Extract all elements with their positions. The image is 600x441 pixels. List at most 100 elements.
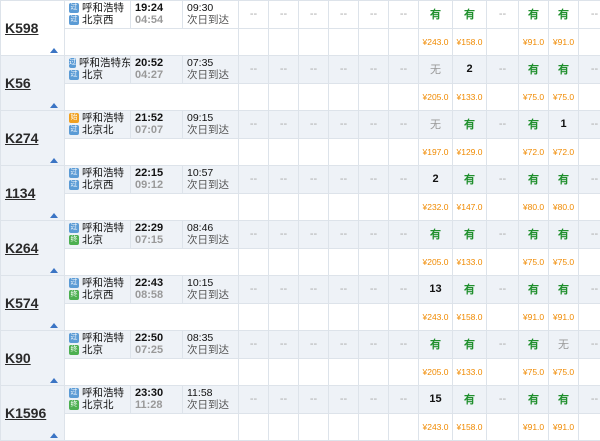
seat-availability: -- [370,118,377,130]
arrival-time-cell: 10:15次日到达 [183,276,239,304]
seat-availability-cell: 有 [549,386,579,414]
price-cell [239,28,269,56]
seat-availability: 有 [528,9,539,21]
to-station[interactable]: 过北京 [69,69,130,81]
price-cell [329,303,359,331]
seat-availability: 有 [464,9,475,21]
stations-cell: 过呼和浩特过北京西 [65,166,131,194]
seat-availability: -- [280,118,287,130]
seat-availability-cell: -- [389,1,419,29]
departure-time: 21:52 [135,112,182,124]
station-type-icon: 终 [69,400,79,410]
train-code-cell: K264 [1,221,65,276]
price-cell [269,358,299,386]
train-code-link[interactable]: K598 [5,20,38,36]
price-cell [579,138,600,166]
train-row[interactable]: K274始呼和浩特过北京北21:5207:0709:15次日到达--------… [1,111,600,139]
from-station[interactable]: 过呼和浩特 [69,332,130,344]
seat-availability: 有 [558,174,569,186]
from-station[interactable]: 过呼和浩特东 [69,57,130,69]
price-row-spacer [65,413,239,441]
price-cell: ¥133.0 [453,83,487,111]
expand-arrow-icon[interactable] [50,213,58,218]
train-row[interactable]: K90过呼和浩特终北京22:5007:2508:35次日到达----------… [1,331,600,359]
train-row[interactable]: K264过呼和浩特终北京22:2907:1508:46次日到达---------… [1,221,600,249]
price-value: ¥72.0 [523,147,544,157]
seat-availability-cell: 有 [453,1,487,29]
train-row[interactable]: K598过呼和浩特过北京西19:2404:5409:30次日到达--------… [1,1,600,29]
from-station[interactable]: 过呼和浩特 [69,387,130,399]
train-row[interactable]: K574过呼和浩特终北京西22:4308:5810:15次日到达--------… [1,276,600,304]
price-cell: ¥205.0 [419,248,453,276]
expand-arrow-icon[interactable] [50,103,58,108]
seat-availability-cell: -- [269,166,299,194]
seat-availability-cell: -- [579,386,600,414]
station-type-icon: 过 [69,333,79,343]
price-row-spacer [65,193,239,221]
train-code-link[interactable]: K574 [5,295,38,311]
seat-availability-cell: -- [299,111,329,139]
arrival-time: 07:35 [187,57,238,69]
seat-availability: -- [370,8,377,20]
expand-arrow-icon[interactable] [50,433,58,438]
station-type-icon: 终 [69,235,79,245]
from-station[interactable]: 始呼和浩特 [69,112,130,124]
price-cell [579,358,600,386]
train-row[interactable]: 1134过呼和浩特过北京西22:1509:1210:57次日到达--------… [1,166,600,194]
to-station[interactable]: 过北京西 [69,179,130,191]
seat-availability-cell: 有 [453,111,487,139]
expand-arrow-icon[interactable] [50,48,58,53]
train-row[interactable]: K1596过呼和浩特终北京北23:3011:2811:58次日到达-------… [1,386,600,414]
from-station[interactable]: 过呼和浩特 [69,277,130,289]
seat-availability-cell: 有 [549,221,579,249]
arrival-time: 08:35 [187,332,238,344]
from-station[interactable]: 过呼和浩特 [69,167,130,179]
seat-availability-cell: -- [239,166,269,194]
seat-availability: 有 [430,9,441,21]
departure-time-cell: 21:5207:07 [131,111,183,139]
seat-availability: 有 [528,174,539,186]
expand-arrow-icon[interactable] [50,158,58,163]
seat-availability-cell: -- [579,56,600,84]
price-value: ¥80.0 [523,202,544,212]
price-cell: ¥205.0 [419,83,453,111]
seat-availability: 13 [429,283,441,295]
expand-arrow-icon[interactable] [50,323,58,328]
price-cell [579,83,600,111]
train-row[interactable]: K56过呼和浩特东过北京20:5204:2707:35次日到达---------… [1,56,600,84]
to-station[interactable]: 终北京 [69,234,130,246]
train-code-link[interactable]: 1134 [5,185,35,201]
from-station[interactable]: 过呼和浩特 [69,2,130,14]
to-station[interactable]: 过北京西 [69,14,130,26]
train-code-link[interactable]: K264 [5,240,38,256]
price-value: ¥75.0 [553,257,574,267]
from-station[interactable]: 过呼和浩特 [69,222,130,234]
price-value: ¥80.0 [553,202,574,212]
expand-arrow-icon[interactable] [50,378,58,383]
train-code-link[interactable]: K1596 [5,405,46,421]
to-station[interactable]: 过北京北 [69,124,130,136]
price-cell [487,358,519,386]
price-value: ¥147.0 [457,202,483,212]
seat-availability-cell: -- [359,331,389,359]
train-code-link[interactable]: K56 [5,75,31,91]
station-type-icon: 过 [69,125,79,135]
to-station[interactable]: 终北京 [69,344,130,356]
price-cell [329,358,359,386]
price-cell: ¥91.0 [519,28,549,56]
price-row-spacer [65,138,239,166]
to-station[interactable]: 终北京北 [69,399,130,411]
train-code-link[interactable]: K90 [5,350,31,366]
seat-availability-cell: -- [487,386,519,414]
arrival-time: 10:15 [187,277,238,289]
train-code-link[interactable]: K274 [5,130,38,146]
expand-arrow-icon[interactable] [50,268,58,273]
price-value: ¥205.0 [423,92,449,102]
arrival-time-cell: 08:35次日到达 [183,331,239,359]
to-station[interactable]: 终北京西 [69,289,130,301]
seat-availability-cell: -- [329,1,359,29]
price-value: ¥243.0 [423,422,449,432]
seat-availability-cell: -- [359,56,389,84]
arrival-time-cell: 10:57次日到达 [183,166,239,194]
seat-availability-cell: -- [269,56,299,84]
